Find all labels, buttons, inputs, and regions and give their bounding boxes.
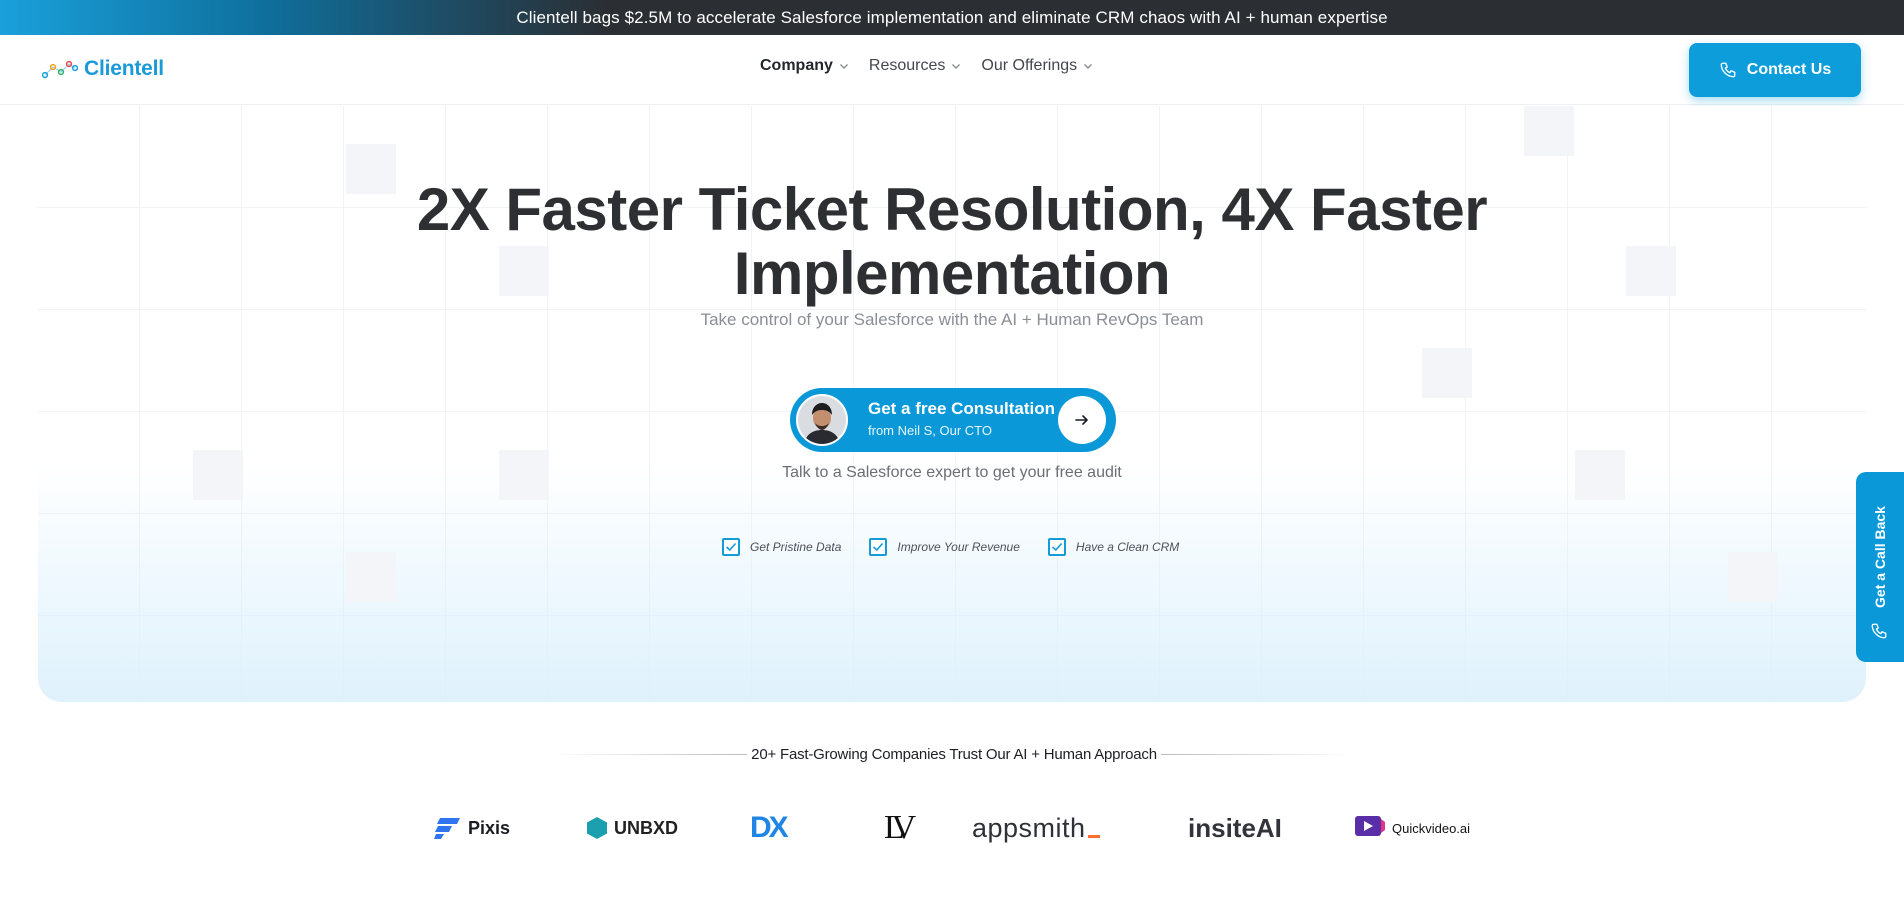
- cta-subtitle: from Neil S, Our CTO: [868, 423, 993, 438]
- unbxd-logo-icon: [587, 817, 607, 839]
- contact-us-button[interactable]: Contact Us: [1689, 43, 1861, 97]
- logo-lv: LV: [884, 808, 916, 848]
- announcement-text: Clientell bags $2.5M to accelerate Sales…: [516, 7, 1388, 27]
- quickvideo-logo-icon: [1355, 816, 1385, 836]
- nav-our-offerings[interactable]: Our Offerings: [981, 57, 1093, 75]
- get-call-back-tab[interactable]: Get a Call Back: [1856, 472, 1904, 662]
- grid-tile: [1728, 552, 1778, 602]
- grid-tile: [1422, 348, 1472, 398]
- divider: [1160, 753, 1355, 755]
- logo-text: Clientell: [84, 57, 164, 80]
- nav-company-label: Company: [760, 57, 833, 74]
- hero-section: 2X Faster Ticket Resolution, 4X Faster I…: [38, 106, 1866, 702]
- person-avatar-icon: [798, 396, 846, 444]
- benefit-item: Improve Your Revenue: [869, 538, 1020, 556]
- hero-subtitle: Take control of your Salesforce with the…: [700, 310, 1204, 329]
- logo-name: Quickvideo.ai: [1392, 820, 1471, 836]
- phone-icon: [1720, 62, 1736, 78]
- logo-name: insiteAI: [1188, 812, 1282, 843]
- grid-tile: [1524, 106, 1574, 156]
- logo-quickvideo: Quickvideo.ai: [1354, 808, 1470, 848]
- free-consultation-button[interactable]: Get a free Consultation from Neil S, Our…: [790, 388, 1116, 452]
- cta-title: Get a free Consultation: [868, 399, 1056, 418]
- chevron-down-icon: [839, 64, 848, 69]
- logo-name: Pixis: [468, 817, 511, 838]
- logo-dx: DX: [750, 808, 789, 848]
- logo-appsmith: appsmith: [972, 808, 1100, 848]
- chevron-down-icon: [952, 64, 961, 69]
- nav-resources[interactable]: Resources: [869, 57, 961, 75]
- trust-heading: 20+ Fast-Growing Companies Trust Our AI …: [751, 745, 1157, 763]
- hero-title-line-2: Implementation: [733, 240, 1171, 307]
- nav-company[interactable]: Company: [760, 57, 849, 75]
- main-nav: Company Resources Our Offerings: [760, 57, 1093, 75]
- site-header: Clientell Company Resources Our Offering…: [0, 35, 1904, 105]
- cta-note: Talk to a Salesforce expert to get your …: [782, 464, 1122, 481]
- hero-title: 2X Faster Ticket Resolution, 4X Faster I…: [38, 178, 1866, 306]
- logo[interactable]: Clientell: [42, 57, 164, 81]
- pixis-logo-icon: [434, 818, 460, 839]
- logo-unbxd: UNBXD: [586, 808, 678, 848]
- call-back-label: Get a Call Back: [1872, 506, 1888, 608]
- nav-resources-label: Resources: [868, 57, 946, 74]
- cta-arrow: [1058, 396, 1106, 444]
- grid-tile: [346, 552, 396, 602]
- logo-name: appsmith: [972, 812, 1086, 843]
- logo-name: DX: [750, 811, 789, 844]
- client-logos: Pixis UNBXD DX LV appsmith insiteAI Quic…: [0, 808, 1904, 848]
- checkbox-icon: [1047, 538, 1066, 556]
- benefit-label: Have a Clean CRM: [1075, 540, 1180, 554]
- benefit-list: Get Pristine Data Improve Your Revenue H…: [722, 538, 1179, 556]
- checkbox-icon: [869, 538, 888, 556]
- logo-name: UNBXD: [614, 817, 679, 838]
- logo-pixis: Pixis: [434, 808, 510, 848]
- benefit-item: Get Pristine Data: [722, 538, 841, 556]
- checkbox-icon: [722, 538, 740, 556]
- chevron-down-icon: [1084, 64, 1093, 69]
- announcement-bar[interactable]: Clientell bags $2.5M to accelerate Sales…: [0, 0, 1904, 35]
- appsmith-underscore-icon: [1087, 834, 1100, 838]
- hero-title-line-1: 2X Faster Ticket Resolution, 4X Faster: [416, 176, 1488, 243]
- logo-name: LV: [884, 809, 916, 846]
- logo-insiteai: insiteAI: [1188, 808, 1282, 848]
- benefit-label: Improve Your Revenue: [897, 540, 1020, 554]
- trust-heading-row: 20+ Fast-Growing Companies Trust Our AI …: [554, 742, 1355, 766]
- phone-icon: [1871, 623, 1887, 639]
- arrow-right-icon: [1075, 415, 1088, 425]
- avatar: [796, 394, 848, 446]
- logo-icon: [42, 60, 78, 79]
- benefit-item: Have a Clean CRM: [1047, 538, 1180, 556]
- call-back-text-wrap: Get a Call Back: [1866, 492, 1894, 622]
- contact-us-label: Contact Us: [1746, 61, 1832, 78]
- divider: [554, 753, 748, 755]
- benefit-label: Get Pristine Data: [750, 540, 842, 554]
- nav-our-offerings-label: Our Offerings: [981, 57, 1078, 74]
